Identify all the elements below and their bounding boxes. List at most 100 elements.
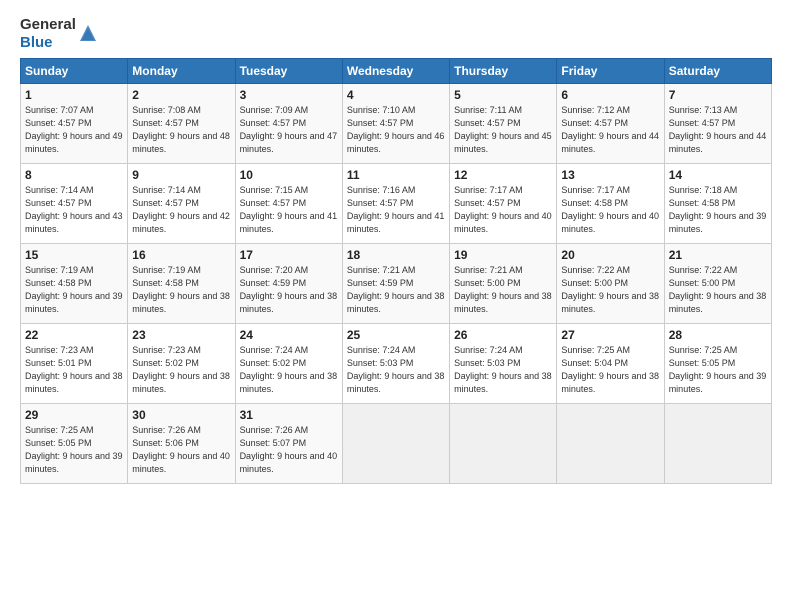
day-detail: Sunrise: 7:22 AMSunset: 5:00 PMDaylight:… xyxy=(669,265,767,314)
day-cell-29: 29 Sunrise: 7:25 AMSunset: 5:05 PMDaylig… xyxy=(21,404,128,484)
weekday-header-tuesday: Tuesday xyxy=(235,59,342,84)
day-cell-2: 2 Sunrise: 7:08 AMSunset: 4:57 PMDayligh… xyxy=(128,84,235,164)
day-detail: Sunrise: 7:14 AMSunset: 4:57 PMDaylight:… xyxy=(132,185,230,234)
day-number: 26 xyxy=(454,328,552,342)
day-detail: Sunrise: 7:18 AMSunset: 4:58 PMDaylight:… xyxy=(669,185,767,234)
day-detail: Sunrise: 7:12 AMSunset: 4:57 PMDaylight:… xyxy=(561,105,659,154)
day-cell-19: 19 Sunrise: 7:21 AMSunset: 5:00 PMDaylig… xyxy=(450,244,557,324)
header: GeneralBlue xyxy=(20,16,772,52)
weekday-header-thursday: Thursday xyxy=(450,59,557,84)
day-number: 29 xyxy=(25,408,123,422)
calendar-header: SundayMondayTuesdayWednesdayThursdayFrid… xyxy=(21,59,772,84)
day-detail: Sunrise: 7:20 AMSunset: 4:59 PMDaylight:… xyxy=(240,265,338,314)
day-cell-28: 28 Sunrise: 7:25 AMSunset: 5:05 PMDaylig… xyxy=(664,324,771,404)
calendar-week-2: 8 Sunrise: 7:14 AMSunset: 4:57 PMDayligh… xyxy=(21,164,772,244)
day-cell-30: 30 Sunrise: 7:26 AMSunset: 5:06 PMDaylig… xyxy=(128,404,235,484)
calendar-week-1: 1 Sunrise: 7:07 AMSunset: 4:57 PMDayligh… xyxy=(21,84,772,164)
day-detail: Sunrise: 7:10 AMSunset: 4:57 PMDaylight:… xyxy=(347,105,445,154)
logo-general: General xyxy=(20,16,76,34)
weekday-header-wednesday: Wednesday xyxy=(342,59,449,84)
day-number: 8 xyxy=(25,168,123,182)
day-cell-11: 11 Sunrise: 7:16 AMSunset: 4:57 PMDaylig… xyxy=(342,164,449,244)
day-cell-1: 1 Sunrise: 7:07 AMSunset: 4:57 PMDayligh… xyxy=(21,84,128,164)
day-number: 25 xyxy=(347,328,445,342)
day-number: 6 xyxy=(561,88,659,102)
day-detail: Sunrise: 7:19 AMSunset: 4:58 PMDaylight:… xyxy=(132,265,230,314)
day-number: 9 xyxy=(132,168,230,182)
day-number: 27 xyxy=(561,328,659,342)
day-number: 24 xyxy=(240,328,338,342)
weekday-header-monday: Monday xyxy=(128,59,235,84)
empty-cell xyxy=(450,404,557,484)
day-number: 13 xyxy=(561,168,659,182)
day-cell-9: 9 Sunrise: 7:14 AMSunset: 4:57 PMDayligh… xyxy=(128,164,235,244)
day-detail: Sunrise: 7:21 AMSunset: 4:59 PMDaylight:… xyxy=(347,265,445,314)
calendar-week-4: 22 Sunrise: 7:23 AMSunset: 5:01 PMDaylig… xyxy=(21,324,772,404)
empty-cell xyxy=(557,404,664,484)
day-detail: Sunrise: 7:25 AMSunset: 5:05 PMDaylight:… xyxy=(669,345,767,394)
day-cell-21: 21 Sunrise: 7:22 AMSunset: 5:00 PMDaylig… xyxy=(664,244,771,324)
day-number: 1 xyxy=(25,88,123,102)
day-cell-18: 18 Sunrise: 7:21 AMSunset: 4:59 PMDaylig… xyxy=(342,244,449,324)
day-number: 23 xyxy=(132,328,230,342)
day-cell-3: 3 Sunrise: 7:09 AMSunset: 4:57 PMDayligh… xyxy=(235,84,342,164)
day-number: 16 xyxy=(132,248,230,262)
day-detail: Sunrise: 7:09 AMSunset: 4:57 PMDaylight:… xyxy=(240,105,338,154)
day-detail: Sunrise: 7:24 AMSunset: 5:03 PMDaylight:… xyxy=(347,345,445,394)
day-detail: Sunrise: 7:15 AMSunset: 4:57 PMDaylight:… xyxy=(240,185,338,234)
day-detail: Sunrise: 7:24 AMSunset: 5:03 PMDaylight:… xyxy=(454,345,552,394)
day-detail: Sunrise: 7:17 AMSunset: 4:58 PMDaylight:… xyxy=(561,185,659,234)
day-number: 18 xyxy=(347,248,445,262)
day-number: 30 xyxy=(132,408,230,422)
day-number: 17 xyxy=(240,248,338,262)
day-number: 14 xyxy=(669,168,767,182)
day-number: 15 xyxy=(25,248,123,262)
day-cell-25: 25 Sunrise: 7:24 AMSunset: 5:03 PMDaylig… xyxy=(342,324,449,404)
day-cell-17: 17 Sunrise: 7:20 AMSunset: 4:59 PMDaylig… xyxy=(235,244,342,324)
day-detail: Sunrise: 7:26 AMSunset: 5:06 PMDaylight:… xyxy=(132,425,230,474)
weekday-header-friday: Friday xyxy=(557,59,664,84)
day-detail: Sunrise: 7:26 AMSunset: 5:07 PMDaylight:… xyxy=(240,425,338,474)
day-detail: Sunrise: 7:08 AMSunset: 4:57 PMDaylight:… xyxy=(132,105,230,154)
day-detail: Sunrise: 7:25 AMSunset: 5:05 PMDaylight:… xyxy=(25,425,123,474)
calendar-table: SundayMondayTuesdayWednesdayThursdayFrid… xyxy=(20,58,772,484)
calendar-week-5: 29 Sunrise: 7:25 AMSunset: 5:05 PMDaylig… xyxy=(21,404,772,484)
day-detail: Sunrise: 7:25 AMSunset: 5:04 PMDaylight:… xyxy=(561,345,659,394)
day-number: 3 xyxy=(240,88,338,102)
logo-icon xyxy=(78,23,98,43)
day-detail: Sunrise: 7:14 AMSunset: 4:57 PMDaylight:… xyxy=(25,185,123,234)
day-cell-5: 5 Sunrise: 7:11 AMSunset: 4:57 PMDayligh… xyxy=(450,84,557,164)
day-number: 28 xyxy=(669,328,767,342)
day-number: 5 xyxy=(454,88,552,102)
day-cell-24: 24 Sunrise: 7:24 AMSunset: 5:02 PMDaylig… xyxy=(235,324,342,404)
day-detail: Sunrise: 7:07 AMSunset: 4:57 PMDaylight:… xyxy=(25,105,123,154)
day-number: 4 xyxy=(347,88,445,102)
day-number: 22 xyxy=(25,328,123,342)
day-number: 10 xyxy=(240,168,338,182)
day-number: 11 xyxy=(347,168,445,182)
day-detail: Sunrise: 7:23 AMSunset: 5:02 PMDaylight:… xyxy=(132,345,230,394)
day-cell-31: 31 Sunrise: 7:26 AMSunset: 5:07 PMDaylig… xyxy=(235,404,342,484)
day-cell-6: 6 Sunrise: 7:12 AMSunset: 4:57 PMDayligh… xyxy=(557,84,664,164)
logo: GeneralBlue xyxy=(20,16,98,52)
day-cell-16: 16 Sunrise: 7:19 AMSunset: 4:58 PMDaylig… xyxy=(128,244,235,324)
day-cell-12: 12 Sunrise: 7:17 AMSunset: 4:57 PMDaylig… xyxy=(450,164,557,244)
day-detail: Sunrise: 7:16 AMSunset: 4:57 PMDaylight:… xyxy=(347,185,445,234)
day-cell-15: 15 Sunrise: 7:19 AMSunset: 4:58 PMDaylig… xyxy=(21,244,128,324)
day-number: 20 xyxy=(561,248,659,262)
day-detail: Sunrise: 7:17 AMSunset: 4:57 PMDaylight:… xyxy=(454,185,552,234)
logo-blue: Blue xyxy=(20,34,76,52)
day-cell-8: 8 Sunrise: 7:14 AMSunset: 4:57 PMDayligh… xyxy=(21,164,128,244)
empty-cell xyxy=(664,404,771,484)
day-number: 12 xyxy=(454,168,552,182)
day-detail: Sunrise: 7:13 AMSunset: 4:57 PMDaylight:… xyxy=(669,105,767,154)
day-cell-10: 10 Sunrise: 7:15 AMSunset: 4:57 PMDaylig… xyxy=(235,164,342,244)
day-detail: Sunrise: 7:24 AMSunset: 5:02 PMDaylight:… xyxy=(240,345,338,394)
day-detail: Sunrise: 7:11 AMSunset: 4:57 PMDaylight:… xyxy=(454,105,552,154)
calendar-container: GeneralBlue SundayMondayTuesdayWednesday… xyxy=(0,0,792,612)
day-number: 7 xyxy=(669,88,767,102)
day-number: 31 xyxy=(240,408,338,422)
weekday-header-sunday: Sunday xyxy=(21,59,128,84)
day-cell-7: 7 Sunrise: 7:13 AMSunset: 4:57 PMDayligh… xyxy=(664,84,771,164)
calendar-week-3: 15 Sunrise: 7:19 AMSunset: 4:58 PMDaylig… xyxy=(21,244,772,324)
